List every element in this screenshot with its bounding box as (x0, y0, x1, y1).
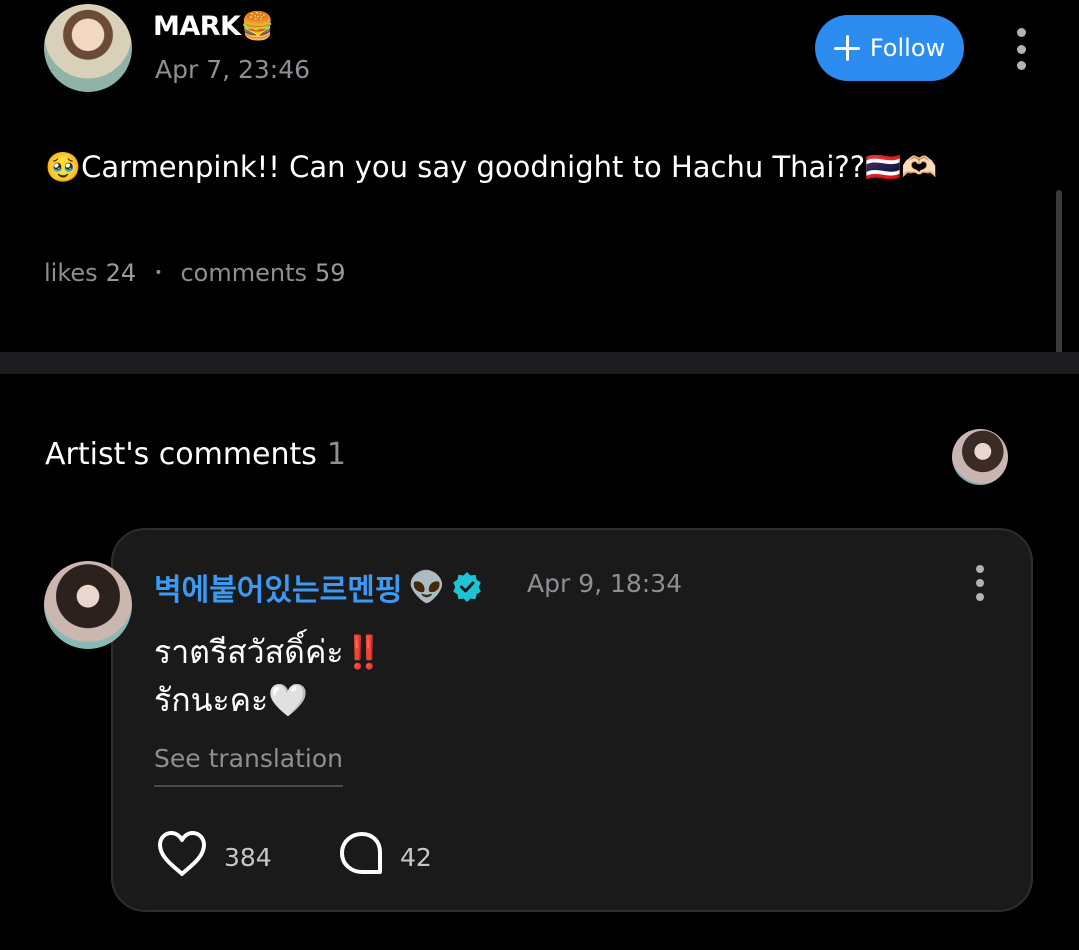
commenter-name[interactable]: 벽에붙어있는르멘핑 👽 (154, 565, 482, 609)
commenter-name-text: 벽에붙어있는르멘핑 (154, 573, 403, 608)
like-button[interactable]: 384 (156, 830, 272, 884)
comment-timestamp: Apr 9, 18:34 (527, 569, 683, 598)
artist-comments-title: Artist's comments (45, 437, 317, 472)
post-body-emoji-lead: 🥹 (45, 150, 82, 184)
post-timestamp: Apr 7, 23:46 (155, 55, 311, 84)
post-body-emoji-trail: 🇹🇭🫶🏻 (865, 150, 938, 184)
follow-button[interactable]: Follow (815, 15, 964, 81)
reply-count: 42 (400, 842, 432, 872)
separator-dot: • (154, 265, 163, 281)
commenter-avatar[interactable] (44, 561, 132, 649)
like-count: 384 (224, 842, 272, 872)
post-body-text: Carmenpink!! Can you say goodnight to Ha… (81, 150, 866, 184)
post-body: 🥹Carmenpink!! Can you say goodnight to H… (45, 150, 937, 185)
heart-icon (156, 830, 208, 884)
author-name[interactable]: MARK🍔 (153, 10, 274, 42)
author-avatar[interactable] (44, 4, 132, 92)
post-stats: likes 24 • comments 59 (44, 259, 346, 287)
plus-icon (833, 35, 860, 61)
comments-count[interactable]: 59 (315, 259, 346, 287)
see-translation-link[interactable]: See translation (154, 744, 344, 787)
verified-badge-icon (452, 572, 482, 602)
commenter-name-emoji: 👽 (408, 569, 446, 605)
comments-label[interactable]: comments (180, 259, 307, 287)
author-name-text: MARK (153, 11, 241, 42)
comment-more-options-icon[interactable] (975, 565, 985, 601)
artist-comments-count: 1 (326, 437, 347, 472)
likes-label: likes (44, 259, 98, 287)
reply-button[interactable]: 42 (338, 830, 432, 884)
follow-button-label: Follow (869, 34, 946, 62)
reply-bubble-icon (338, 830, 384, 884)
author-name-emoji: 🍔 (240, 11, 274, 42)
more-options-icon[interactable] (1013, 28, 1029, 70)
likes-count: 24 (105, 259, 137, 287)
comment-text: ราตรีสวัสดิ์ค่ะ‼️ รักนะคะ🤍 (154, 633, 384, 719)
artist-avatar[interactable] (952, 429, 1008, 485)
section-divider (0, 352, 1079, 374)
scrollbar[interactable] (1056, 190, 1062, 374)
artist-comments-heading: Artist's comments 1 (45, 437, 346, 472)
